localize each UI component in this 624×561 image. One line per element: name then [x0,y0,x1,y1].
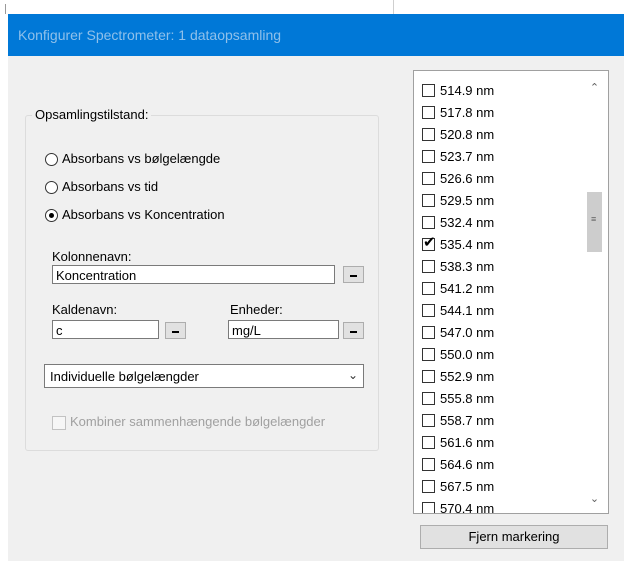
radio-button[interactable] [45,181,58,194]
grip-icon: ≡ [591,214,597,224]
wavelength-label: 555.8 nm [440,391,495,406]
short-name-label: Kaldenavn: [52,302,118,317]
wavelength-label: 541.2 nm [440,281,495,296]
wavelength-label: 558.7 nm [440,413,495,428]
wavelength-label: 532.4 nm [440,215,495,230]
list-item[interactable]: 526.6 nm [422,170,582,190]
clear-selection-button[interactable]: Fjern markering [420,525,608,549]
wavelength-list-scrollbar[interactable]: ⌃ ≡ ⌄ [586,78,603,508]
combine-wavelengths-label: Kombiner sammenhængende bølgelængder [70,414,326,429]
list-item[interactable]: 561.6 nm [422,434,582,454]
wavelength-label: 529.5 nm [440,193,495,208]
checkbox[interactable] [422,150,435,163]
radio-label: Absorbans vs bølgelængde [62,151,221,166]
short-name-button[interactable] [165,322,186,339]
list-item[interactable]: ✔ 535.4 nm [422,234,582,256]
radio-button[interactable] [45,209,58,222]
list-item[interactable]: 514.9 nm [422,82,582,102]
list-item[interactable]: 544.1 nm [422,302,582,322]
mode-group-legend: Opsamlingstilstand: [32,107,152,122]
minus-icon [350,331,357,333]
checkbox[interactable] [422,84,435,97]
chevron-up-icon[interactable]: ⌃ [586,80,603,97]
checkbox[interactable] [422,414,435,427]
wavelength-label: 561.6 nm [440,435,495,450]
minus-icon [172,331,179,333]
wavelength-label: 520.8 nm [440,127,495,142]
window-title: Konfigurer Spectrometer: 1 dataopsamling [18,27,282,43]
checkbox[interactable] [422,348,435,361]
list-item[interactable]: 567.5 nm [422,478,582,498]
list-item[interactable]: 532.4 nm [422,214,582,234]
wavelength-label: 570.4 nm [440,501,495,514]
checkbox[interactable] [422,106,435,119]
list-item[interactable]: 552.9 nm [422,368,582,388]
radio-button[interactable] [45,153,58,166]
wavelength-label: 517.8 nm [440,105,495,120]
checkbox[interactable] [422,392,435,405]
list-item[interactable]: 550.0 nm [422,346,582,366]
title-bar[interactable]: Konfigurer Spectrometer: 1 dataopsamling [8,14,624,56]
combine-wavelengths-checkbox [52,416,66,430]
checkbox[interactable] [422,458,435,471]
checkbox[interactable] [422,216,435,229]
list-item[interactable]: 541.2 nm [422,280,582,300]
chevron-down-icon[interactable]: ⌄ [586,491,603,508]
short-name-field[interactable]: c [52,320,159,339]
checkbox[interactable] [422,172,435,185]
list-item[interactable]: 558.7 nm [422,412,582,432]
minus-icon [350,275,357,277]
wavelength-label: 567.5 nm [440,479,495,494]
list-item[interactable]: 547.0 nm [422,324,582,344]
scrollbar-thumb[interactable]: ≡ [587,192,602,252]
radio-label: Absorbans vs tid [62,179,159,194]
units-field[interactable]: mg/L [228,320,339,339]
column-name-field[interactable]: Koncentration [52,265,335,284]
list-item[interactable]: 517.8 nm [422,104,582,124]
wavelength-label: 552.9 nm [440,369,495,384]
wavelength-label: 535.4 nm [440,237,495,252]
wavelength-label: 550.0 nm [440,347,495,362]
column-name-label: Kolonnenavn: [52,249,132,264]
checkbox[interactable] [422,480,435,493]
checkbox[interactable] [422,128,435,141]
checkbox[interactable] [422,436,435,449]
wavelength-label: 538.3 nm [440,259,495,274]
list-item[interactable]: 538.3 nm [422,258,582,278]
wavelength-label: 514.9 nm [440,83,495,98]
units-label: Enheder: [230,302,283,317]
list-item[interactable]: 523.7 nm [422,148,582,168]
list-item[interactable]: 570.4 nm [422,500,582,514]
background-divider [393,0,394,14]
wavelength-mode-select[interactable]: Individuelle bølgelængder ⌄ [44,364,364,388]
background-window-strip [0,0,624,14]
wavelength-label: 526.6 nm [440,171,495,186]
checkbox[interactable] [422,282,435,295]
checkbox[interactable] [422,502,435,513]
background-divider [5,4,6,14]
wavelength-label: 564.6 nm [440,457,495,472]
checkmark-icon: ✔ [423,234,436,251]
list-item[interactable]: 555.8 nm [422,390,582,410]
units-button[interactable] [343,322,364,339]
checkbox[interactable]: ✔ [422,234,436,251]
radio-label: Absorbans vs Koncentration [62,207,225,222]
list-item[interactable]: 564.6 nm [422,456,582,476]
chevron-down-icon: ⌄ [347,368,358,382]
wavelength-list[interactable]: 514.9 nm 517.8 nm 520.8 nm 523.7 nm 526.… [413,70,609,514]
checkbox[interactable] [422,326,435,339]
wavelength-label: 544.1 nm [440,303,495,318]
list-item[interactable]: 520.8 nm [422,126,582,146]
wavelength-label: 547.0 nm [440,325,495,340]
checkbox[interactable] [422,260,435,273]
wavelength-mode-value: Individuelle bølgelængder [50,369,199,384]
checkbox[interactable] [422,304,435,317]
wavelength-label: 523.7 nm [440,149,495,164]
list-item[interactable]: 529.5 nm [422,192,582,212]
column-name-button[interactable] [343,266,364,283]
radio-selected-dot [49,213,54,218]
checkbox[interactable] [422,194,435,207]
checkbox[interactable] [422,370,435,383]
